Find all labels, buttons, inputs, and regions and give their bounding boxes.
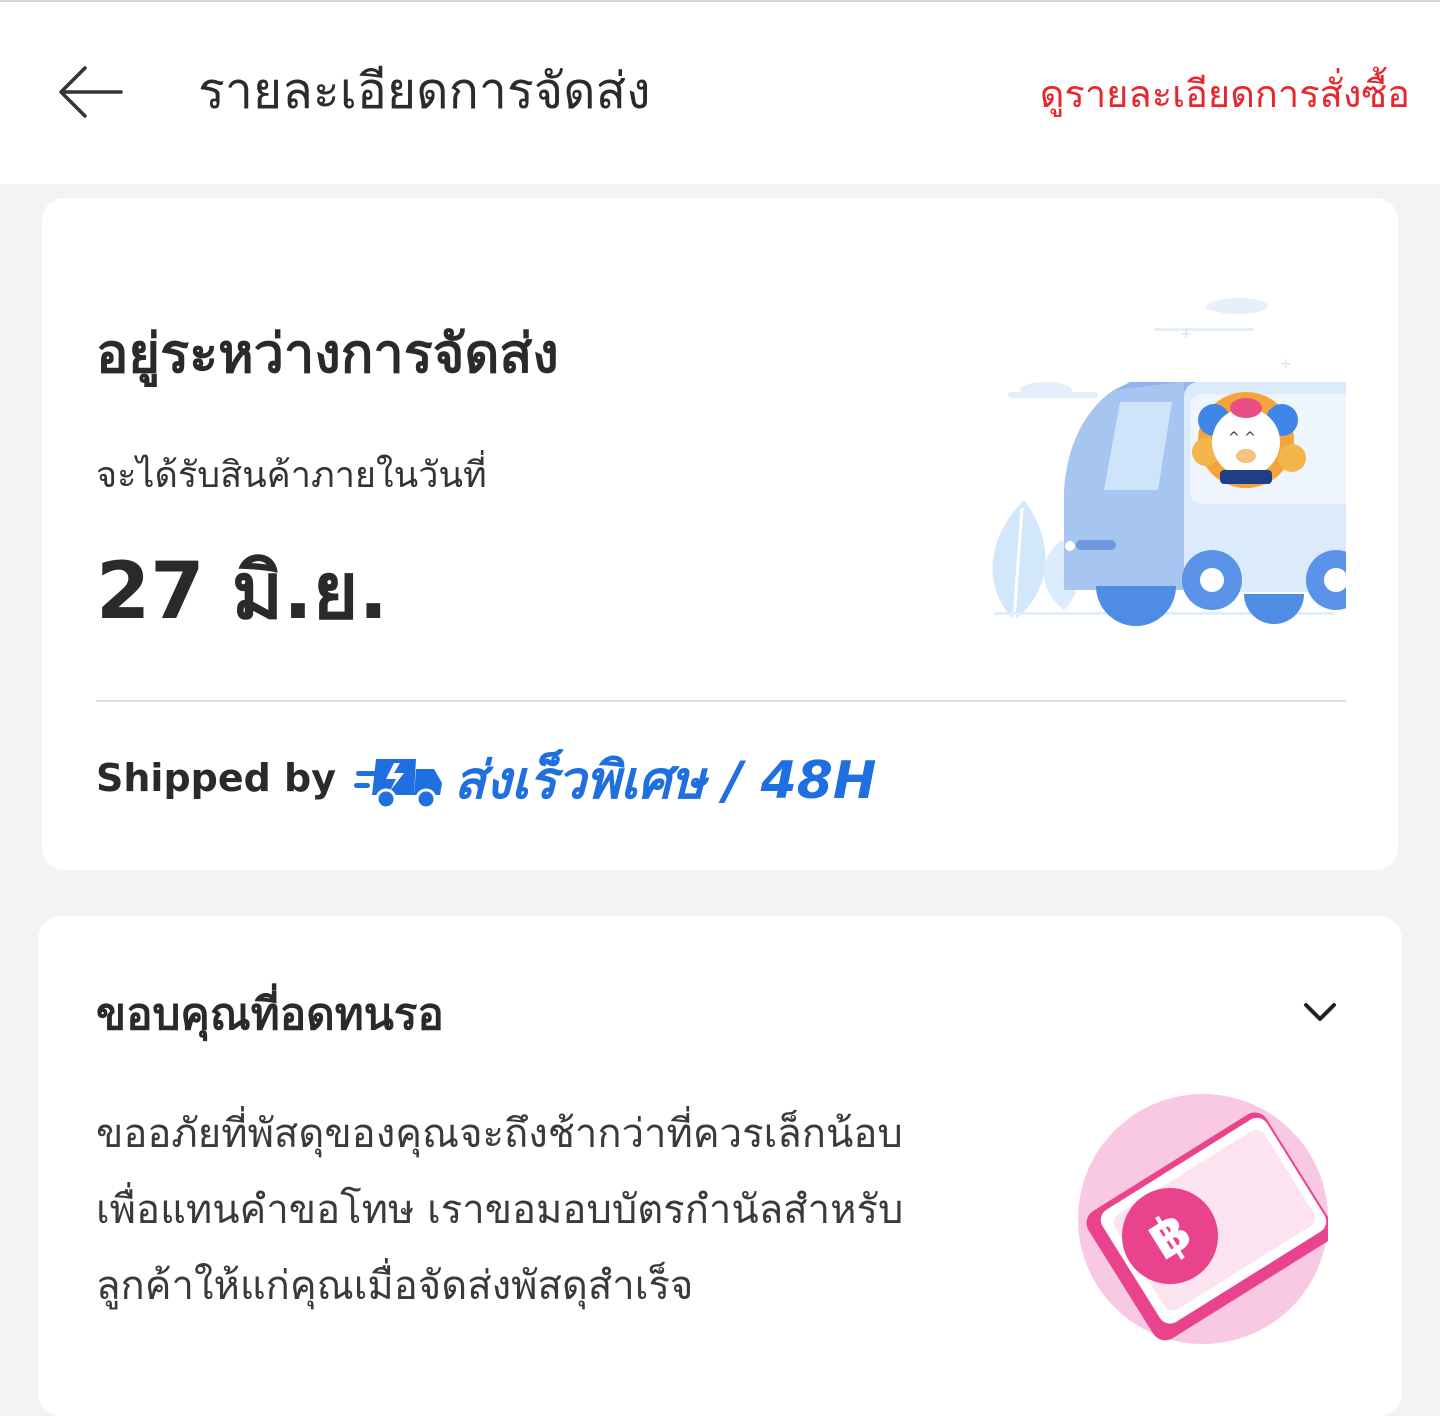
back-button[interactable]: [52, 58, 128, 126]
baht-voucher-icon: ฿: [1078, 1094, 1328, 1344]
apology-line-2: เพื่อแทนคำขอโทษ เราขอมอบบัตรกำนัลสำหรับ: [96, 1187, 904, 1233]
svg-text:+: +: [1280, 356, 1292, 372]
apology-card: ขอบคุณที่อดทนรอ ขออภัยที่พัสดุของคุณจะถึ…: [38, 916, 1402, 1416]
fast-truck-icon: [354, 759, 442, 810]
shipping-service: ส่งเร็วพิเศษ / 48H: [354, 746, 876, 816]
arrow-left-icon: [59, 66, 123, 118]
shipment-status-card: อยู่ระหว่างการจัดส่ง จะได้รับสินค้าภายใน…: [42, 198, 1398, 870]
order-details-link[interactable]: ดูรายละเอียดการสั่งซื้อ: [1040, 66, 1410, 122]
receive-by-label: จะได้รับสินค้าภายในวันที่: [96, 455, 487, 496]
svg-text:^ ^: ^ ^: [1228, 430, 1256, 446]
chevron-down-icon: [1304, 1003, 1336, 1021]
apology-message: ขออภัยที่พัสดุของคุณจะถึงช้ากว่าที่ควรเล…: [96, 1096, 1056, 1324]
shipped-by-label: Shipped by: [96, 756, 337, 800]
shipment-status-title: อยู่ระหว่างการจัดส่ง: [96, 322, 559, 385]
apology-line-3: ลูกค้าให้แก่คุณเมื่อจัดส่งพัสดุสำเร็จ: [96, 1263, 694, 1309]
app-header: รายละเอียดการจัดส่ง ดูรายละเอียดการสั่งซ…: [0, 2, 1440, 184]
expand-button[interactable]: [1290, 982, 1350, 1042]
page-title: รายละเอียดการจัดส่ง: [198, 62, 651, 120]
card-divider: [96, 700, 1346, 702]
shipping-service-name: ส่งเร็วพิเศษ / 48H: [454, 751, 877, 811]
apology-title: ขอบคุณที่อดทนรอ: [96, 989, 444, 1040]
delivery-date: 27 มิ.ย.: [96, 547, 389, 637]
apology-line-1: ขออภัยที่พัสดุของคุณจะถึงช้ากว่าที่ควรเล…: [96, 1111, 903, 1157]
svg-text:+: +: [1180, 326, 1192, 342]
delivery-van-illustration: + + ^ ^: [992, 298, 1346, 626]
